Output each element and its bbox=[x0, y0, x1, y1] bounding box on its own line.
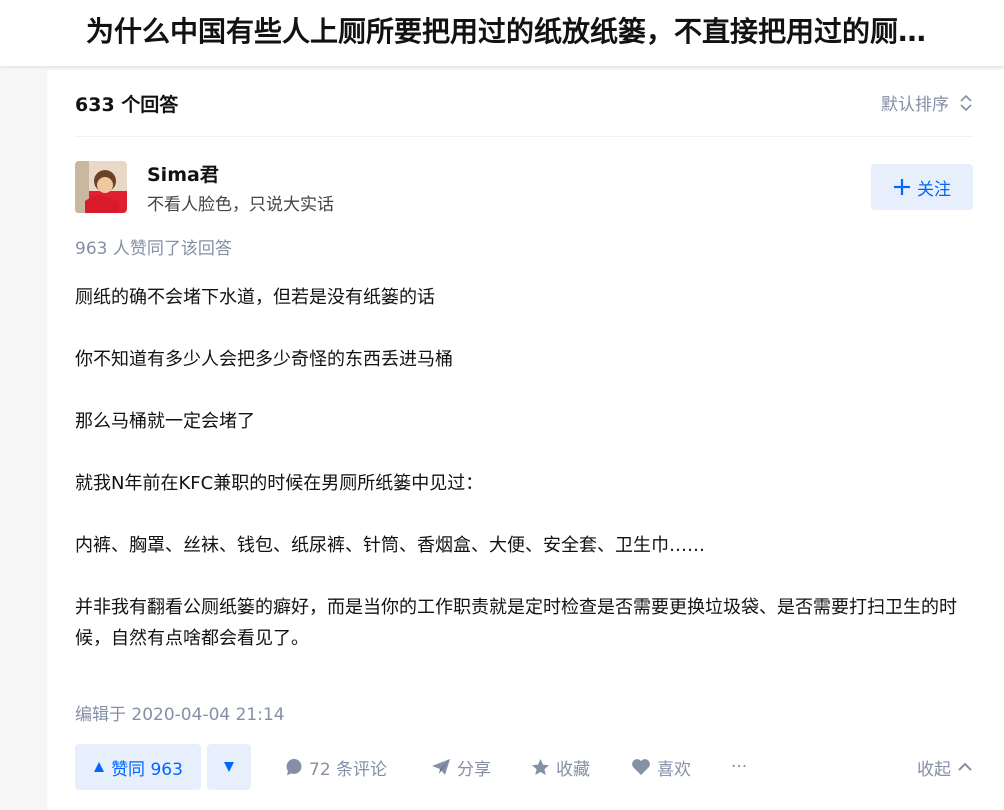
upvote-button[interactable]: 赞同 963 bbox=[75, 744, 201, 790]
answer-paragraph: 并非我有翻看公厕纸篓的癖好，而是当你的工作职责就是定时检查是否需要更换垃圾袋、是… bbox=[75, 597, 957, 649]
answer-paragraph: 内裤、胸罩、丝袜、钱包、纸尿裤、针筒、香烟盒、大便、安全套、卫生巾…… bbox=[75, 535, 705, 556]
comments-button[interactable]: 72 条评论 bbox=[285, 744, 387, 790]
sort-updown-icon bbox=[959, 94, 973, 112]
question-title[interactable]: 为什么中国有些人上厕所要把用过的纸放纸篓，不直接把用过的厕… bbox=[86, 12, 996, 52]
avatar[interactable] bbox=[75, 161, 127, 213]
answer-paragraph: 那么马桶就一定会堵了 bbox=[75, 411, 255, 432]
author-name[interactable]: Sima君 bbox=[147, 160, 219, 187]
collect-label: 收藏 bbox=[556, 759, 590, 780]
sort-dropdown[interactable]: 默认排序 bbox=[881, 90, 973, 115]
chevron-up-icon bbox=[957, 762, 973, 772]
edit-time[interactable]: 编辑于 2020-04-04 21:14 bbox=[75, 700, 285, 725]
triangle-up-icon bbox=[93, 761, 105, 773]
paper-plane-icon bbox=[431, 758, 451, 776]
heart-icon bbox=[631, 758, 651, 776]
answer-content: 厕纸的确不会堵下水道，但若是没有纸篓的话 你不知道有多少人会把多少奇怪的东西丢进… bbox=[75, 282, 973, 685]
more-label: ··· bbox=[731, 757, 748, 777]
follow-button[interactable]: 关注 bbox=[871, 164, 973, 210]
collapse-label: 收起 bbox=[917, 759, 951, 780]
sort-label: 默认排序 bbox=[881, 95, 949, 115]
question-header: 为什么中国有些人上厕所要把用过的纸放纸篓，不直接把用过的厕… bbox=[0, 0, 1004, 66]
comments-label: 72 条评论 bbox=[309, 759, 388, 780]
share-button[interactable]: 分享 bbox=[431, 744, 491, 790]
collect-button[interactable]: 收藏 bbox=[531, 744, 590, 790]
follow-label: 关注 bbox=[917, 179, 951, 200]
author-headline: 不看人脸色，只说大实话 bbox=[147, 195, 334, 215]
like-label: 喜欢 bbox=[657, 759, 691, 780]
answer-paragraph: 就我N年前在KFC兼职的时候在男厕所纸篓中见过： bbox=[75, 473, 484, 494]
answer-count: 633 个回答 bbox=[75, 94, 179, 116]
answer-card: 633 个回答 默认排序 Sima君 不看人脸色，只说大实话 关注 963 人赞… bbox=[47, 70, 1004, 810]
answer-paragraph: 你不知道有多少人会把多少奇怪的东西丢进马桶 bbox=[75, 349, 453, 370]
author-info: Sima君 不看人脸色，只说大实话 关注 bbox=[75, 160, 973, 216]
share-label: 分享 bbox=[457, 759, 491, 780]
vote-summary: 963 人赞同了该回答 bbox=[75, 239, 232, 259]
answers-header: 633 个回答 默认排序 bbox=[75, 70, 973, 137]
star-icon bbox=[531, 758, 550, 776]
action-bar: 赞同 963 72 条评论 分享 收藏 喜欢 ··· 收起 bbox=[75, 744, 973, 790]
comment-bubble-icon bbox=[285, 758, 303, 776]
downvote-button[interactable] bbox=[207, 744, 251, 790]
plus-icon bbox=[893, 178, 911, 196]
collapse-button[interactable]: 收起 bbox=[917, 744, 973, 790]
upvote-label: 赞同 963 bbox=[111, 759, 183, 780]
like-button[interactable]: 喜欢 bbox=[631, 744, 691, 790]
answer-paragraph: 厕纸的确不会堵下水道，但若是没有纸篓的话 bbox=[75, 287, 435, 308]
more-button[interactable]: ··· bbox=[731, 744, 747, 790]
triangle-down-icon bbox=[223, 758, 235, 777]
